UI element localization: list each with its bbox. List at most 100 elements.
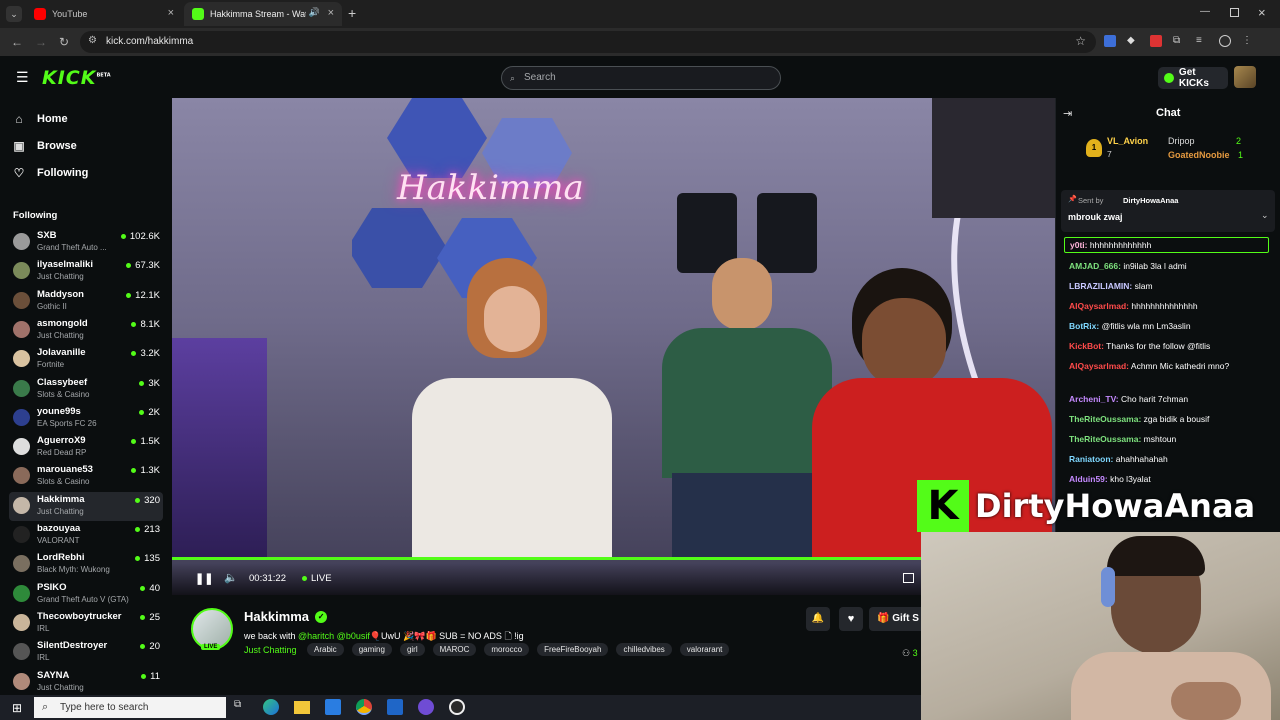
search-input[interactable]: ⌕ Search	[501, 66, 781, 90]
app-icon[interactable]	[418, 699, 434, 715]
chat-username[interactable]: AlQaysarlmad:	[1069, 301, 1129, 311]
close-window-icon[interactable]: ×	[1258, 5, 1266, 20]
file-explorer-icon[interactable]	[294, 701, 310, 714]
leader2-name[interactable]: Dripop	[1168, 136, 1195, 146]
site-info-icon[interactable]: ⚙	[88, 35, 97, 46]
collapse-chat-icon[interactable]: ⇥	[1063, 107, 1072, 120]
outlook-icon[interactable]	[387, 699, 403, 715]
sidebar-following-item[interactable]: ilyaselmaliki Just Chatting 67.3K	[9, 257, 163, 286]
chat-message: Archeni_TV: Cho harit 7chman	[1069, 393, 1274, 405]
stream-tag[interactable]: valorarant	[679, 643, 730, 656]
obs-icon[interactable]	[449, 699, 465, 715]
video-time: 00:31:22	[249, 573, 286, 584]
chat-username[interactable]: TheRiteOussama:	[1069, 434, 1141, 444]
notification-bell-button[interactable]: 🔔	[806, 607, 830, 631]
sidebar-following-item[interactable]: Classybeef Slots & Casino 3K	[9, 375, 163, 404]
extension-icon[interactable]	[1150, 35, 1162, 47]
stream-tag[interactable]: MAROC	[432, 643, 477, 656]
pinned-sender[interactable]: DirtyHowaAnaa	[1123, 196, 1178, 205]
viewer-count-text: 2K	[148, 406, 160, 418]
hamburger-icon[interactable]: ☰	[16, 69, 29, 86]
forward-icon[interactable]: →	[35, 35, 47, 49]
stream-tag[interactable]: Arabic	[307, 643, 344, 656]
chat-username[interactable]: LBRAZILIAMIN:	[1069, 281, 1132, 291]
profile-icon[interactable]	[1219, 35, 1231, 47]
menu-icon[interactable]: ⋮	[1242, 35, 1254, 47]
task-view-icon[interactable]: ⧉	[234, 699, 248, 713]
pinned-message[interactable]: 📌 Sent by DirtyHowaAnaa mbrouk zwaj ⌄	[1061, 190, 1275, 232]
pause-icon[interactable]: ❚❚	[195, 572, 213, 585]
kicks-coin-icon	[1164, 73, 1174, 83]
streamer-name[interactable]: Hakkimma ✓	[244, 609, 328, 624]
media-icon[interactable]: ≡	[1196, 35, 1208, 47]
sidebar-following-item[interactable]: asmongold Just Chatting 8.1K	[9, 316, 163, 345]
viewer-count: 320	[135, 495, 160, 506]
sidebar-following-item[interactable]: Maddyson Gothic II 12.1K	[9, 287, 163, 316]
user-avatar[interactable]	[1234, 66, 1256, 88]
speaker-icon[interactable]: 🔊	[309, 7, 320, 18]
nav-browse[interactable]: ▣ Browse	[12, 139, 76, 153]
chat-username[interactable]: Raniatoon:	[1069, 454, 1113, 464]
follow-heart-button[interactable]: ♥	[839, 607, 863, 631]
chat-username[interactable]: Archeni_TV:	[1069, 394, 1119, 404]
stream-tag[interactable]: chilledvibes	[616, 643, 672, 656]
chat-username[interactable]: y0ti:	[1070, 240, 1087, 250]
sidebar-following-item[interactable]: AguerroX9 Red Dead RP 1.5K	[9, 433, 163, 462]
sidebar-following-item[interactable]: bazouyaa VALORANT 213	[9, 521, 163, 550]
windows-start-icon[interactable]: ⊞	[12, 701, 22, 715]
bookmark-star-icon[interactable]: ☆	[1075, 34, 1086, 48]
leader-name[interactable]: VL_Avion	[1107, 136, 1148, 146]
stream-tag[interactable]: girl	[399, 643, 425, 656]
store-icon[interactable]	[325, 699, 341, 715]
close-tab-icon[interactable]: ×	[328, 7, 334, 19]
chat-username[interactable]: AMJAD_666:	[1069, 261, 1121, 271]
taskbar-search-input[interactable]: ⌕ Type here to search	[34, 697, 226, 718]
stream-tag[interactable]: gaming	[351, 643, 392, 656]
url-field[interactable]: ⚙ kick.com/hakkimma ☆	[80, 31, 1096, 53]
close-tab-icon[interactable]: ×	[168, 7, 174, 19]
sidebar-following-item[interactable]: youne99s EA Sports FC 26 2K	[9, 404, 163, 433]
sidebar-following-item[interactable]: SAYNA Just Chatting 11	[9, 668, 163, 697]
translate-icon[interactable]	[1104, 35, 1116, 47]
channel-name: Hakkimma	[37, 493, 85, 505]
chat-username[interactable]: AlQaysarlmad:	[1069, 361, 1129, 371]
stream-tag[interactable]: morocco	[484, 643, 530, 656]
browser-tab-bar: ⌄ YouTube × Hakkimma Stream - Watch 🔊 × …	[0, 0, 1280, 28]
sidebar-following-item[interactable]: Hakkimma Just Chatting 320	[9, 491, 163, 521]
gift-sub-button[interactable]: 🎁 Gift S	[869, 607, 929, 631]
get-kicks-button[interactable]: Get KICKs	[1158, 67, 1228, 89]
sidebar-following-item[interactable]: marouane53 Slots & Casino 1.3K	[9, 462, 163, 491]
puzzle-icon[interactable]: ⧉	[1173, 35, 1185, 47]
sidebar-following-item[interactable]: LordRebhi Black Myth: Wukong 135	[9, 550, 163, 579]
tab-list-button[interactable]: ⌄	[6, 6, 22, 22]
nav-following[interactable]: ♡ Following	[12, 166, 89, 180]
stream-tag[interactable]: FreeFireBooyah	[537, 643, 609, 656]
sidebar-following-item[interactable]: PSIKO Grand Theft Auto V (GTA) 40	[9, 580, 163, 609]
reload-icon[interactable]: ↻	[59, 35, 69, 49]
leader3-name[interactable]: GoatedNoobie	[1168, 150, 1230, 160]
kick-logo[interactable]: KICKBETA	[42, 67, 111, 89]
edge-icon[interactable]	[263, 699, 279, 715]
nav-home[interactable]: ⌂ Home	[12, 112, 67, 126]
volume-icon[interactable]: 🔈	[224, 571, 238, 584]
sidebar-following-item[interactable]: Jolavanille Fortnite 3.2K	[9, 345, 163, 374]
webcam-headphones	[1101, 567, 1115, 607]
category-link[interactable]: Just Chatting	[244, 645, 297, 655]
new-tab-button[interactable]: +	[348, 5, 356, 21]
extension-icon[interactable]: ◆	[1127, 35, 1139, 47]
expand-pinned-icon[interactable]: ⌄	[1261, 210, 1269, 221]
title-mentions[interactable]: @haritch @b0usif	[298, 631, 370, 641]
chat-username[interactable]: KickBot:	[1069, 341, 1104, 351]
back-icon[interactable]: ←	[11, 35, 23, 49]
sidebar-following-item[interactable]: Thecowboytrucker IRL 25	[9, 609, 163, 638]
chrome-icon[interactable]	[356, 699, 372, 715]
chat-username[interactable]: BotRix:	[1069, 321, 1099, 331]
maximize-icon[interactable]	[1230, 8, 1239, 17]
tab-youtube[interactable]: YouTube ×	[26, 2, 182, 26]
chat-username[interactable]: TheRiteOussama:	[1069, 414, 1141, 424]
miniplayer-icon[interactable]	[903, 573, 914, 583]
sidebar-following-item[interactable]: SXB Grand Theft Auto ... 102.6K	[9, 228, 163, 257]
minimize-icon[interactable]: —	[1200, 6, 1210, 17]
tab-kick[interactable]: Hakkimma Stream - Watch 🔊 ×	[184, 2, 342, 26]
sidebar-following-item[interactable]: SilentDestroyer IRL 20	[9, 638, 163, 667]
